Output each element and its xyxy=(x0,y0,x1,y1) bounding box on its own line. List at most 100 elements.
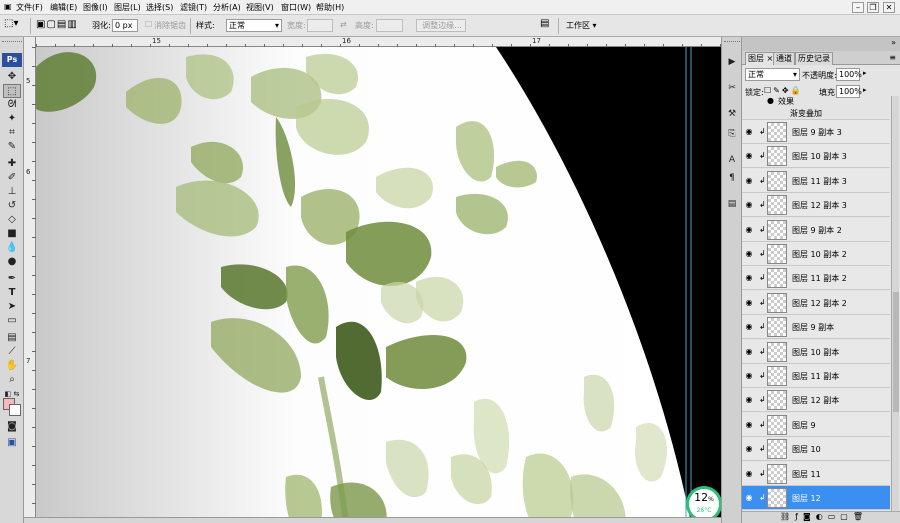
height-input[interactable] xyxy=(376,19,403,32)
clone-source-panel-icon[interactable]: ⎘ xyxy=(724,127,740,141)
opacity-slider-button[interactable]: ▸ xyxy=(863,69,867,77)
eye-icon[interactable]: ◉ xyxy=(744,420,754,430)
magic-wand-tool-icon[interactable]: ✦ xyxy=(3,112,21,126)
layer-thumbnail[interactable] xyxy=(767,488,787,508)
layer-row[interactable]: ◉ ↲ 图层 10 xyxy=(742,437,890,462)
crop-tool-icon[interactable]: ⌗ xyxy=(3,126,21,140)
layer-row[interactable]: ◉ ↲ 图层 12 副本 xyxy=(742,388,890,413)
opacity-input[interactable]: 100% xyxy=(836,68,862,81)
layer-row[interactable]: ◉ ↲ 图层 9 副本 xyxy=(742,315,890,340)
layer-thumbnail[interactable] xyxy=(767,170,787,191)
effect-item-row[interactable]: 渐变叠加 xyxy=(742,107,890,120)
layer-thumbnail[interactable] xyxy=(767,195,787,216)
menu-window[interactable]: 窗口(W) xyxy=(281,2,311,13)
layer-thumbnail[interactable] xyxy=(767,439,787,460)
menu-analysis[interactable]: 分析(A) xyxy=(213,2,241,13)
panel-menu-icon[interactable]: ≡ xyxy=(889,53,896,62)
layer-row[interactable]: ◉ ↲ 图层 10 副本 3 xyxy=(742,144,890,169)
mask-icon[interactable]: ◙ xyxy=(803,512,816,521)
feather-input[interactable]: 0 px xyxy=(112,19,138,32)
clone-stamp-tool-icon[interactable]: ⊥ xyxy=(3,185,21,199)
layer-thumbnail[interactable] xyxy=(767,268,787,289)
eye-icon[interactable]: ◉ xyxy=(744,347,754,357)
healing-tool-icon[interactable]: ✚ xyxy=(3,157,21,171)
slice-tool-icon[interactable]: ✎ xyxy=(3,140,21,154)
move-tool-icon[interactable]: ✥ xyxy=(3,70,21,84)
antialias-checkbox-icon[interactable]: ☐ xyxy=(145,20,152,29)
dodge-tool-icon[interactable]: ● xyxy=(3,255,21,269)
layer-row[interactable]: ◉ ↲ 图层 12 副本 3 xyxy=(742,193,890,218)
tab-channels[interactable]: 通道 xyxy=(773,52,795,65)
minimize-button[interactable]: – xyxy=(852,2,864,13)
menu-image[interactable]: 图像(I) xyxy=(83,2,108,13)
menu-edit[interactable]: 编辑(E) xyxy=(50,2,77,13)
eye-icon[interactable]: ◉ xyxy=(744,273,754,283)
eye-icon[interactable]: ◉ xyxy=(744,444,754,454)
layer-thumbnail[interactable] xyxy=(767,414,787,435)
layer-thumbnail[interactable] xyxy=(767,219,787,240)
layer-thumbnail[interactable] xyxy=(767,317,787,338)
eye-icon[interactable]: ◉ xyxy=(744,127,754,137)
refine-edge-button[interactable]: 调整边缘... xyxy=(416,19,466,32)
document-canvas[interactable]: 12% 26°C xyxy=(36,47,721,523)
pen-tool-icon[interactable]: ✒ xyxy=(3,272,21,286)
dock-grip[interactable] xyxy=(724,41,740,47)
eye-icon[interactable]: ◉ xyxy=(744,151,754,161)
app-menu-icon[interactable]: ▣ xyxy=(4,2,12,11)
trash-icon[interactable]: 🗑 xyxy=(853,512,868,521)
layer-row[interactable]: ◉ ↲ 图层 12 xyxy=(742,486,890,510)
history-brush-tool-icon[interactable]: ↺ xyxy=(3,199,21,213)
quick-mask-icon[interactable]: ◙ xyxy=(3,420,21,434)
brush-tool-icon[interactable]: ✐ xyxy=(3,171,21,185)
eye-icon[interactable]: ● xyxy=(767,96,774,105)
workspace-icon[interactable]: ▤ xyxy=(540,18,549,29)
layer-thumbnail[interactable] xyxy=(767,146,787,167)
new-layer-icon[interactable]: ▢ xyxy=(840,512,853,521)
fx-icon[interactable]: ƒ xyxy=(795,512,803,521)
eye-icon[interactable]: ◉ xyxy=(744,395,754,405)
eraser-tool-icon[interactable]: ◇ xyxy=(3,213,21,227)
marquee-tool-preset-icon[interactable]: ⬚▾ xyxy=(4,18,18,29)
layer-row[interactable]: ◉ ↲ 图层 11 副本 3 xyxy=(742,168,890,193)
eye-icon[interactable]: ◉ xyxy=(744,469,754,479)
eye-icon[interactable]: ◉ xyxy=(744,298,754,308)
menu-file[interactable]: 文件(F) xyxy=(16,2,43,13)
workspace-button[interactable]: 工作区 ▾ xyxy=(566,20,597,31)
eye-icon[interactable]: ◉ xyxy=(744,322,754,332)
menu-filter[interactable]: 滤镜(T) xyxy=(180,2,207,13)
tab-layers[interactable]: 图层 × xyxy=(745,52,777,65)
eye-icon[interactable]: ◉ xyxy=(744,225,754,235)
layer-thumbnail[interactable] xyxy=(767,122,787,142)
layer-thumbnail[interactable] xyxy=(767,244,787,264)
layer-row[interactable]: ◉ ↲ 图层 10 副本 xyxy=(742,339,890,364)
menu-layer[interactable]: 图层(L) xyxy=(114,2,141,13)
group-icon[interactable]: ▭ xyxy=(828,512,841,521)
shape-tool-icon[interactable]: ▭ xyxy=(3,314,21,328)
blur-tool-icon[interactable]: 💧 xyxy=(3,241,21,255)
layer-row[interactable]: ◉ ↲ 图层 9 xyxy=(742,412,890,437)
layer-row[interactable]: ◉ ↲ 图层 11 副本 2 xyxy=(742,266,890,291)
layer-thumbnail[interactable] xyxy=(767,390,787,411)
eye-icon[interactable]: ◉ xyxy=(744,249,754,259)
layer-thumbnail[interactable] xyxy=(767,292,787,313)
blend-mode-select[interactable]: 正常 ▾ xyxy=(745,68,800,81)
eye-icon[interactable]: ◉ xyxy=(744,200,754,210)
layer-thumbnail[interactable] xyxy=(767,366,787,386)
fill-slider-button[interactable]: ▸ xyxy=(863,86,867,94)
style-select[interactable]: 正常 ▾ xyxy=(226,19,282,32)
eyedropper-tool-icon[interactable]: ⟋ xyxy=(3,345,21,359)
zoom-tool-icon[interactable]: ⌕ xyxy=(3,373,21,387)
eye-icon[interactable]: ◉ xyxy=(744,493,754,503)
layer-row[interactable]: ◉ ↲ 图层 10 副本 2 xyxy=(742,242,890,266)
tool-presets-panel-icon[interactable]: ⚒ xyxy=(724,107,740,121)
collapse-icon[interactable]: » xyxy=(891,38,896,47)
swap-icon[interactable]: ⇄ xyxy=(340,20,347,29)
layer-thumbnail[interactable] xyxy=(767,463,787,484)
selection-mode-icons[interactable]: ▣▢▤▥ xyxy=(36,19,78,30)
scroll-thumb[interactable] xyxy=(893,292,899,412)
gradient-tool-icon[interactable]: ■ xyxy=(3,227,21,241)
layer-row[interactable]: ◉ ↲ 图层 12 副本 2 xyxy=(742,290,890,315)
layer-row[interactable]: ◉ ↲ 图层 11 副本 xyxy=(742,364,890,388)
layer-row[interactable]: ◉ ↲ 图层 9 副本 2 xyxy=(742,217,890,242)
menu-help[interactable]: 帮助(H) xyxy=(316,2,344,13)
